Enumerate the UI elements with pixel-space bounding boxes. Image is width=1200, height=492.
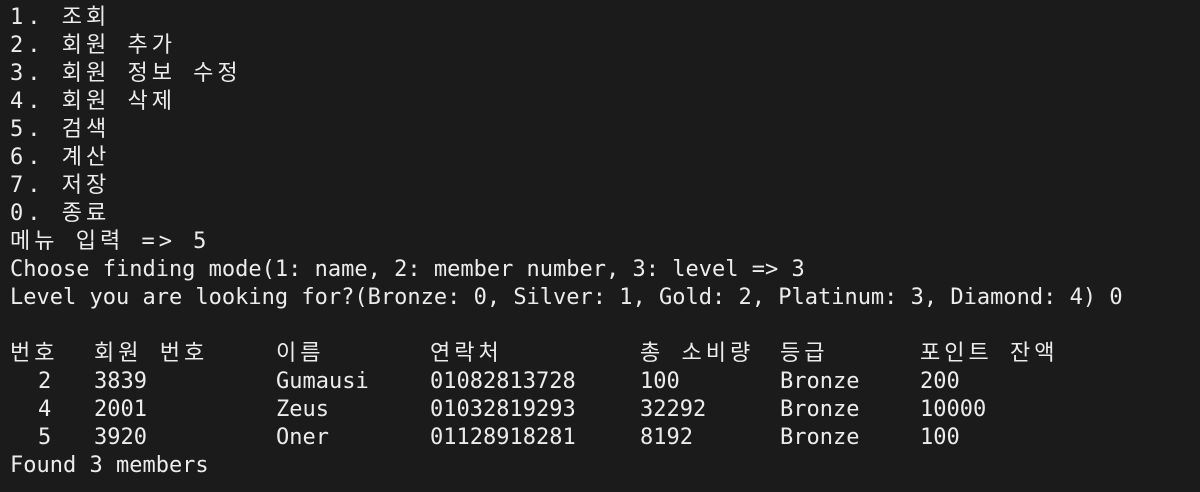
cell-member-number: 3839 [94,369,147,394]
menu-item-search: 5. 검색 [10,117,111,142]
cell-name: Zeus [276,397,329,422]
cell-contact: 01128918281 [430,425,576,450]
cell-name: Gumausi [276,369,369,394]
table-header-row: 번호 회원 번호 이름 연락처 총 소비량 등급 포인트 잔액 [10,340,1200,368]
table-row: 2 3839 Gumausi 01082813728 100 Bronze 20… [10,368,1200,396]
header-total-spent: 총 소비량 [640,341,755,366]
cell-point-balance: 100 [920,425,960,450]
cell-level: Bronze [780,369,860,394]
cell-level: Bronze [780,425,860,450]
cell-point-balance: 10000 [920,397,987,422]
cell-index: 5 [38,425,52,450]
cell-contact: 01082813728 [430,369,576,394]
terminal-window[interactable]: 1. 조회 2. 회원 추가 3. 회원 정보 수정 4. 회원 삭제 5. 검… [0,0,1200,492]
cell-index: 2 [38,369,52,394]
cell-contact: 01032819293 [430,397,576,422]
cell-point-balance: 200 [920,369,960,394]
menu-item-add-member: 2. 회원 추가 [10,33,176,58]
table-row: 5 3920 Oner 01128918281 8192 Bronze 100 [10,424,1200,452]
header-member-number: 회원 번호 [94,341,209,366]
cell-total-spent: 100 [640,369,680,394]
cell-total-spent: 8192 [640,425,693,450]
cell-level: Bronze [780,397,860,422]
header-name: 이름 [276,341,325,366]
menu-item-exit: 0. 종료 [10,201,111,226]
cell-index: 4 [38,397,52,422]
menu-item-calculate: 6. 계산 [10,145,111,170]
menu-item-view: 1. 조회 [10,5,111,30]
result-summary: Found 3 members [10,453,209,478]
results-table: 번호 회원 번호 이름 연락처 총 소비량 등급 포인트 잔액 2 3839 G… [10,340,1200,452]
cell-total-spent: 32292 [640,397,707,422]
header-level: 등급 [780,341,829,366]
menu-list: 1. 조회 2. 회원 추가 3. 회원 정보 수정 4. 회원 삭제 5. 검… [10,4,1200,228]
cell-member-number: 3920 [94,425,147,450]
menu-item-delete-member: 4. 회원 삭제 [10,89,176,114]
header-index: 번호 [10,341,59,366]
menu-item-save: 7. 저장 [10,173,111,198]
table-row: 4 2001 Zeus 01032819293 32292 Bronze 100… [10,396,1200,424]
cell-member-number: 2001 [94,397,147,422]
menu-item-edit-member: 3. 회원 정보 수정 [10,61,242,86]
header-point-balance: 포인트 잔액 [920,341,1059,366]
header-contact: 연락처 [430,341,503,366]
find-mode-prompt: Choose finding mode(1: name, 2: member n… [10,257,805,282]
cell-name: Oner [276,425,329,450]
level-query-prompt: Level you are looking for?(Bronze: 0, Si… [10,285,1123,310]
menu-input-prompt: 메뉴 입력 => 5 [10,229,211,254]
